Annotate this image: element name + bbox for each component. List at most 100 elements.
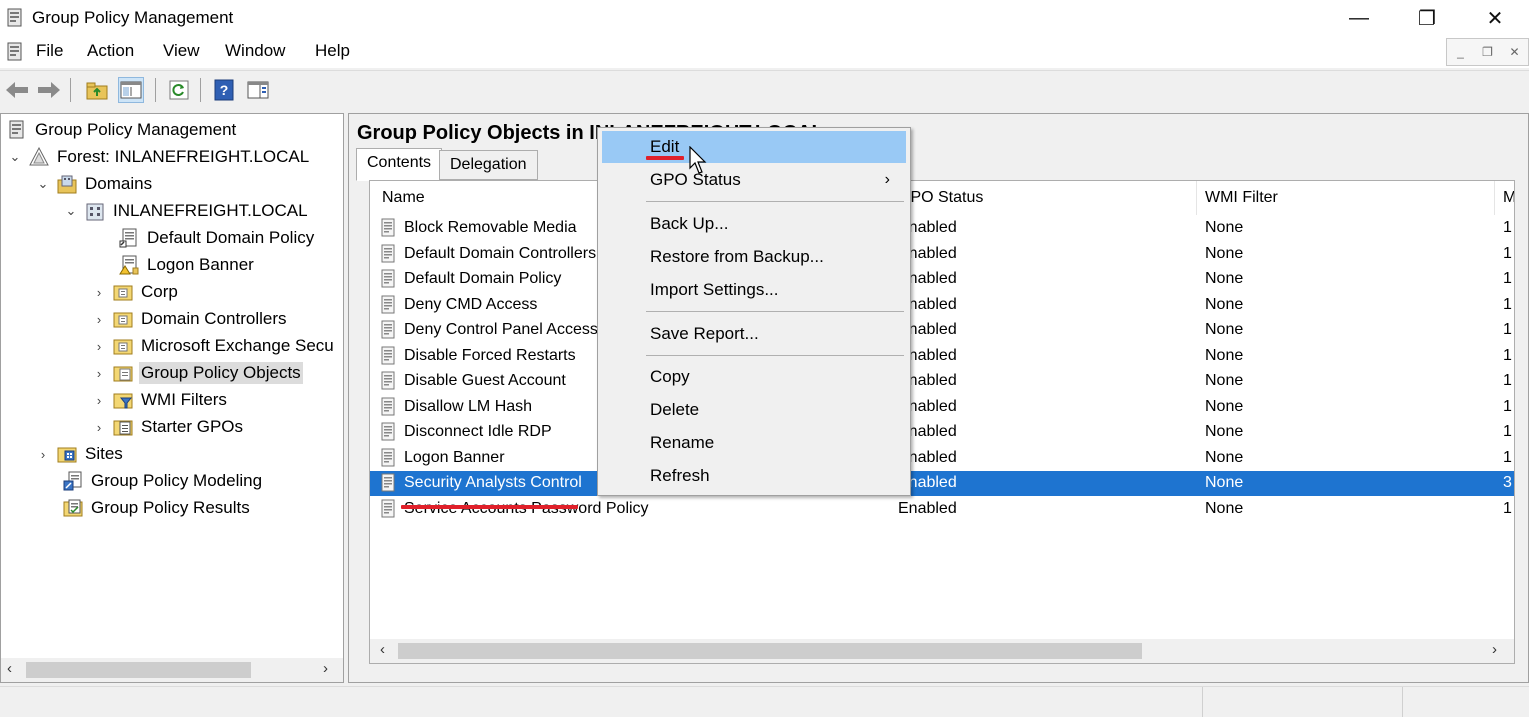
- gpo-modified: 1: [1503, 295, 1512, 313]
- action-pane-icon: [247, 81, 269, 99]
- chevron-right-icon[interactable]: ›: [91, 285, 107, 300]
- mmc-system-menu-icon[interactable]: [6, 42, 24, 62]
- context-menu-restore-from-backup[interactable]: Restore from Backup...: [602, 241, 906, 273]
- list-horizontal-scrollbar[interactable]: ‹ ›: [370, 639, 1514, 663]
- column-header-wmi-filter[interactable]: WMI Filter: [1197, 181, 1495, 215]
- table-row-selected[interactable]: Security Analysts Control Enabled None 3: [370, 471, 1514, 496]
- ou-folder-icon: [113, 339, 133, 355]
- table-row[interactable]: Disable Guest Account Enabled None 1: [370, 369, 1514, 394]
- gpo-icon: [381, 295, 395, 313]
- gpo-name: Block Removable Media: [404, 219, 577, 236]
- tab-delegation[interactable]: Delegation: [439, 150, 538, 180]
- tree-item-forest[interactable]: ⌄ Forest: INLANEFREIGHT.LOCAL: [7, 144, 309, 170]
- mdi-window-controls: _ ❐ ✕: [1446, 38, 1529, 66]
- chevron-right-icon[interactable]: ›: [91, 366, 107, 381]
- up-level-button[interactable]: [84, 77, 110, 103]
- chevron-down-icon[interactable]: ⌄: [7, 149, 23, 165]
- chevron-right-icon[interactable]: ›: [91, 420, 107, 435]
- forward-button[interactable]: [36, 77, 62, 103]
- tab-contents[interactable]: Contents: [356, 148, 443, 181]
- tree-item-gpm-root[interactable]: Group Policy Management: [7, 117, 236, 143]
- modeling-icon: [63, 471, 82, 491]
- context-menu: Edit GPO Status › Back Up... Restore from…: [597, 127, 911, 496]
- column-header-modified[interactable]: M: [1495, 181, 1514, 215]
- tree-item-corp[interactable]: › Corp: [91, 279, 178, 305]
- tree-item-wmi-filters[interactable]: › WMI Filters: [91, 387, 227, 413]
- gpo-wmi-filter: None: [1205, 219, 1244, 236]
- menu-action[interactable]: Action: [87, 41, 134, 61]
- tree-item-domains[interactable]: ⌄ Domains: [35, 171, 152, 197]
- restore-button[interactable]: ❐: [1393, 0, 1461, 36]
- table-row[interactable]: Deny Control Panel Access Enabled None 1: [370, 318, 1514, 343]
- table-row[interactable]: Default Domain Policy Enabled None 1: [370, 267, 1514, 292]
- context-menu-import-settings[interactable]: Import Settings...: [602, 274, 906, 306]
- context-menu-gpo-status[interactable]: GPO Status ›: [602, 164, 906, 196]
- context-menu-copy[interactable]: Copy: [602, 361, 906, 393]
- scroll-right-icon[interactable]: ›: [323, 660, 328, 677]
- table-row[interactable]: Service Accounts Password Policy Enabled…: [370, 497, 1514, 522]
- table-row[interactable]: Disable Forced Restarts Enabled None 1: [370, 344, 1514, 369]
- wmi-folder-icon: [113, 393, 133, 409]
- table-row[interactable]: Deny CMD Access Enabled None 1: [370, 293, 1514, 318]
- mdi-minimize-icon[interactable]: _: [1447, 39, 1474, 65]
- annotation-underline: [401, 505, 578, 509]
- chevron-right-icon[interactable]: ›: [91, 339, 107, 354]
- ou-folder-icon: [113, 285, 133, 301]
- context-menu-refresh[interactable]: Refresh: [602, 460, 906, 492]
- chevron-down-icon[interactable]: ⌄: [35, 176, 51, 192]
- scroll-left-icon[interactable]: ‹: [380, 641, 385, 658]
- menu-file[interactable]: File: [36, 41, 63, 61]
- minimize-button[interactable]: —: [1325, 0, 1393, 36]
- chevron-right-icon[interactable]: ›: [91, 312, 107, 327]
- table-row[interactable]: Block Removable Media Enabled None 1: [370, 216, 1514, 241]
- scroll-left-icon[interactable]: ‹: [7, 660, 12, 677]
- svg-text:?: ?: [220, 82, 229, 98]
- tree-item-domain[interactable]: ⌄ INLANEFREIGHT.LOCAL: [63, 198, 308, 224]
- restore-icon: ❐: [1418, 7, 1436, 30]
- show-hide-console-tree-button[interactable]: [118, 77, 144, 103]
- close-button[interactable]: ✕: [1461, 0, 1529, 36]
- table-row[interactable]: Disconnect Idle RDP Enabled None 1: [370, 420, 1514, 445]
- chevron-right-icon[interactable]: ›: [91, 393, 107, 408]
- tree-item-gp-modeling[interactable]: Group Policy Modeling: [63, 468, 262, 494]
- tree-item-domain-controllers[interactable]: › Domain Controllers: [91, 306, 287, 332]
- chevron-right-icon[interactable]: ›: [35, 447, 51, 462]
- gpo-wmi-filter: None: [1205, 474, 1244, 491]
- mdi-restore-icon[interactable]: ❐: [1474, 39, 1501, 65]
- help-icon: ?: [214, 79, 234, 101]
- gpo-modified: 1: [1503, 346, 1512, 364]
- tree-item-starter-gpos[interactable]: › Starter GPOs: [91, 414, 243, 440]
- refresh-button[interactable]: [166, 77, 192, 103]
- context-menu-back-up[interactable]: Back Up...: [602, 208, 906, 240]
- mdi-close-icon[interactable]: ✕: [1501, 39, 1528, 65]
- scroll-right-icon[interactable]: ›: [1492, 641, 1497, 658]
- table-row[interactable]: Logon Banner Enabled None 1: [370, 446, 1514, 471]
- tree-item-microsoft-exchange[interactable]: › Microsoft Exchange Secu: [91, 333, 334, 359]
- menu-help[interactable]: Help: [315, 41, 350, 61]
- tree-item-sites[interactable]: › Sites: [35, 441, 123, 467]
- tree-horizontal-scrollbar[interactable]: ‹ ›: [1, 658, 343, 682]
- tree-item-default-domain-policy[interactable]: Default Domain Policy: [119, 225, 314, 251]
- menu-window[interactable]: Window: [225, 41, 285, 61]
- gpo-wmi-filter: None: [1205, 499, 1244, 517]
- refresh-icon: [169, 80, 189, 100]
- tree-item-group-policy-objects[interactable]: › Group Policy Objects: [91, 360, 303, 386]
- column-header-gpo-status[interactable]: GPO Status: [890, 181, 1197, 215]
- table-row[interactable]: Default Domain Controllers Enabled None …: [370, 242, 1514, 267]
- context-menu-save-report[interactable]: Save Report...: [602, 318, 906, 350]
- help-button[interactable]: ?: [211, 77, 237, 103]
- back-button[interactable]: [4, 77, 30, 103]
- tree-item-logon-banner[interactable]: Logon Banner: [119, 252, 254, 278]
- context-menu-delete[interactable]: Delete: [602, 394, 906, 426]
- tree-item-gp-results[interactable]: Group Policy Results: [63, 495, 250, 521]
- scrollbar-thumb[interactable]: [398, 643, 1142, 659]
- menu-view[interactable]: View: [163, 41, 200, 61]
- menu-bar: File Action View Window Help _ ❐ ✕: [0, 36, 1529, 68]
- table-row[interactable]: Disallow LM Hash Enabled None 1: [370, 395, 1514, 420]
- scrollbar-thumb[interactable]: [26, 662, 251, 678]
- show-action-pane-button[interactable]: [245, 77, 271, 103]
- chevron-down-icon[interactable]: ⌄: [63, 203, 79, 219]
- context-menu-rename[interactable]: Rename: [602, 427, 906, 459]
- gpo-icon: [381, 397, 395, 415]
- gpo-icon: [381, 218, 395, 237]
